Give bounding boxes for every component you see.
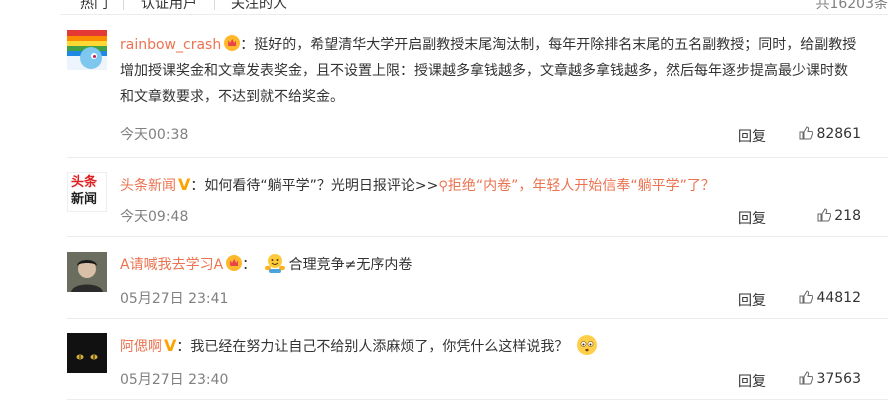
verified-v-icon: V — [164, 336, 177, 355]
comment-text: rainbow_crash ：挺好的，希望清华大学开启副教授末尾淘汰制，每年开除排… — [120, 32, 860, 110]
hugging-emoji-icon — [264, 254, 285, 273]
avatar-logo: 头条 — [71, 175, 98, 190]
username-link[interactable]: A请喊我去学习A — [120, 257, 223, 273]
tab-verified-users[interactable]: 认证用户 — [141, 0, 197, 13]
username-link[interactable]: 头条新闻 — [120, 178, 176, 194]
comment-timestamp: 05月27日 23:40 — [120, 372, 229, 388]
verified-v-icon: V — [178, 175, 191, 194]
tab-divider — [123, 0, 124, 10]
tab-hot[interactable]: 热门 — [80, 0, 108, 13]
divider — [67, 236, 888, 237]
thumbs-up-icon — [799, 126, 814, 140]
divider — [60, 14, 888, 15]
comment-timestamp: 05月27日 23:41 — [120, 291, 229, 307]
reply-button[interactable]: 回复 — [738, 371, 766, 391]
like-count: 218 — [834, 208, 861, 224]
thumbs-up-icon — [799, 371, 814, 385]
avatar[interactable]: 头条 新闻 — [67, 172, 107, 212]
avatar[interactable] — [67, 333, 107, 373]
like-button[interactable]: 44812 — [799, 290, 861, 306]
divider — [67, 318, 888, 319]
tab-divider — [214, 0, 215, 10]
username-link[interactable]: 阿偲啊 — [120, 339, 162, 355]
like-count: 82861 — [816, 126, 861, 142]
comment-text: 头条新闻 V：如何看待“躺平学”？光明日报评论>>⚲拒绝“内卷”，年轻人开始信奉“… — [120, 172, 860, 200]
comment-content: 合理竞争≠无序内卷 — [288, 257, 413, 273]
comment-colon: ： — [242, 257, 257, 273]
reply-button[interactable]: 回复 — [738, 208, 766, 228]
shocked-face-emoji-icon — [576, 335, 597, 355]
reply-button[interactable]: 回复 — [738, 290, 766, 310]
thumbs-up-icon — [817, 208, 832, 222]
vip-crown-icon — [224, 35, 241, 51]
like-button[interactable]: 82861 — [799, 126, 861, 142]
divider — [67, 157, 888, 158]
like-count: 44812 — [816, 290, 861, 306]
like-count: 37563 — [816, 371, 861, 387]
reply-button[interactable]: 回复 — [738, 126, 766, 146]
tab-following[interactable]: 关注的人 — [231, 0, 287, 13]
comment-timestamp: 今天00:38 — [120, 127, 189, 143]
avatar[interactable] — [67, 252, 107, 292]
article-link[interactable]: 拒绝“内卷”，年轻人开始信奉“躺平学”了？ — [448, 178, 715, 194]
comment-total-count: 共16203条 — [815, 0, 888, 12]
vip-crown-icon — [226, 255, 243, 271]
like-button[interactable]: 218 — [817, 208, 861, 224]
avatar[interactable] — [67, 30, 107, 70]
thumbs-up-icon — [799, 290, 814, 304]
divider — [67, 399, 888, 400]
username-link[interactable]: rainbow_crash — [120, 37, 221, 53]
link-icon: ⚲ — [438, 179, 448, 194]
comment-content: ：我已经在努力让自己不给别人添麻烦了，你凭什么这样说我？ — [176, 339, 569, 355]
like-button[interactable]: 37563 — [799, 371, 861, 387]
comment-text: 阿偲啊 V：我已经在努力让自己不给别人添麻烦了，你凭什么这样说我？ — [120, 333, 860, 360]
comment-content: ：如何看待“躺平学”？光明日报评论>> — [190, 178, 439, 194]
comment-text: A请喊我去学习A ： 合理竞争≠无序内卷 — [120, 252, 860, 278]
avatar-logo: 新闻 — [71, 192, 98, 207]
comment-timestamp: 今天09:48 — [120, 209, 189, 225]
